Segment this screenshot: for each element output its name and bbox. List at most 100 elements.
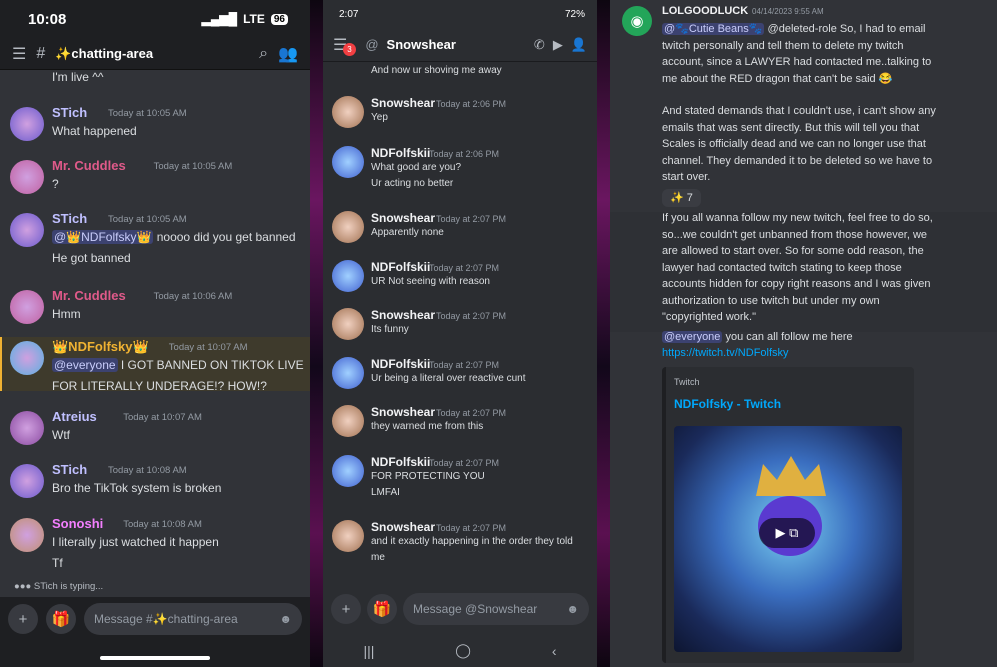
message-text: Wtf [52,428,70,442]
message-text: Apparently none [371,227,444,238]
members-icon[interactable]: 👥 [278,44,298,64]
avatar[interactable] [10,411,44,445]
username[interactable]: STich [52,211,87,226]
android-nav-bar: ||| ◯ ‹ [323,634,597,667]
mention[interactable]: @👑NDFolfsky👑 [52,230,154,244]
message-text: FOR LITERALLY UNDERAGE!? HOW!? [52,379,267,393]
message-time: Today at 2:06 PM [429,149,500,159]
dm-name: Snowshear [386,37,456,52]
embed-title[interactable]: NDFolfsky - Twitch [674,397,781,411]
gift-icon[interactable]: 🎁 [46,604,76,634]
message-text: Ur acting no better [371,178,454,189]
home-icon[interactable]: ◯ [455,642,471,659]
message-time: Today at 10:06 AM [153,291,233,302]
channel-hash-icon: # [36,44,46,62]
username[interactable]: Snowshear [371,96,435,110]
avatar[interactable] [332,357,364,389]
username[interactable]: NDFolfskii [371,455,430,469]
message-text: Its funny [371,324,409,335]
channel-name: ✨chatting-area [55,45,154,61]
clock: 2:07 [339,8,359,20]
avatar[interactable] [10,518,44,552]
add-icon[interactable]: + [8,604,38,634]
call-icon[interactable]: ✆ [534,37,545,53]
message-time: Today at 10:07 AM [168,342,248,353]
avatar[interactable] [332,308,364,340]
avatar[interactable] [10,290,44,324]
menu-icon[interactable]: ☰ 3 [333,35,356,56]
author-name[interactable]: LOLGOODLUCK [662,5,748,17]
avatar[interactable] [10,107,44,141]
partial-message: And now ur shoving me away [371,65,502,76]
avatar[interactable] [332,96,364,128]
avatar[interactable] [10,464,44,498]
message-time: Today at 2:07 PM [436,214,507,224]
add-icon[interactable]: + [331,594,361,624]
recents-icon[interactable]: ||| [363,643,374,659]
typing-indicator: ●●● STich is typing... [14,581,104,592]
channel-header: ☰ # ✨chatting-area ⌕ 👥 [0,38,310,70]
menu-icon[interactable]: ☰ [12,44,26,64]
avatar[interactable] [10,160,44,194]
message-text: me [371,552,385,563]
username[interactable]: Snowshear [371,405,435,419]
username[interactable]: Snowshear [371,211,435,225]
username[interactable]: Mr. Cuddles [52,158,126,173]
message-time: Today at 2:07 PM [436,311,507,321]
link-embed: Twitch NDFolfsky - Twitch ▶ ⧉ [662,367,914,663]
message-input[interactable]: Message @Snowshear ☻ [403,593,589,625]
message-text: What good are you? [371,162,462,173]
emoji-icon[interactable]: ☻ [566,602,579,616]
message-time: Today at 10:05 AM [153,161,233,172]
twitch-link[interactable]: https://twitch.tv/NDFolfsky [662,345,936,362]
message-text: Ur being a literal over reactive cunt [371,373,526,384]
embed-thumbnail[interactable]: ▶ ⧉ [674,426,902,652]
username[interactable]: NDFolfskii [371,146,430,160]
username[interactable]: NDFolfskii [371,357,430,371]
username[interactable]: 👑NDFolfsky👑 [52,339,149,355]
reaction-sparkles[interactable]: ✨ 7 [662,188,701,207]
username[interactable]: Atreius [52,409,97,424]
message-text: ? [52,177,59,191]
home-indicator [100,656,210,660]
message-time: Today at 10:05 AM [108,214,187,225]
status-bar: 2:07 72% [323,0,597,28]
avatar[interactable] [332,211,364,243]
mention[interactable]: @everyone [52,358,118,372]
phone-dm: 2:07 72% ☰ 3 @ Snowshear ✆ ▶ 👤 And now ur… [323,0,597,667]
dm-header: ☰ 3 @ Snowshear ✆ ▶ 👤 [323,28,597,62]
avatar[interactable] [332,146,364,178]
username[interactable]: Sonoshi [52,516,103,531]
everyone-mention[interactable]: @everyone [662,330,723,343]
discord-logo-avatar[interactable]: ◉ [622,6,652,36]
username[interactable]: NDFolfskii [371,260,430,274]
message-time: Today at 10:07 AM [123,412,202,423]
username[interactable]: STich [52,105,87,120]
play-icon[interactable]: ▶ ⧉ [759,518,815,548]
input-bar: + 🎁 Message #✨chatting-area ☻ [0,597,310,667]
members-icon[interactable]: 👤 [571,37,587,53]
avatar[interactable] [10,213,44,247]
message-time: Today at 10:08 AM [108,465,187,476]
avatar[interactable] [332,405,364,437]
role-mention[interactable]: @🐾Cutie Beans🐾 [662,23,765,35]
username[interactable]: STich [52,462,87,477]
gift-icon[interactable]: 🎁 [367,594,397,624]
avatar[interactable] [332,520,364,552]
message-time: Today at 2:07 PM [429,263,500,273]
message-input[interactable]: Message #✨chatting-area ☻ [84,603,302,635]
avatar[interactable] [332,455,364,487]
search-icon[interactable]: ⌕ [259,45,268,63]
avatar[interactable] [332,260,364,292]
back-icon[interactable]: ‹ [552,643,557,659]
message-time: Today at 2:06 PM [436,99,507,109]
message-time: Today at 10:05 AM [108,108,187,119]
username[interactable]: Snowshear [371,308,435,322]
emoji-icon[interactable]: ☻ [279,612,292,626]
video-icon[interactable]: ▶ [553,37,563,53]
username[interactable]: Mr. Cuddles [52,288,126,303]
battery-icon: 96 [270,13,288,25]
avatar[interactable] [10,341,44,375]
username[interactable]: Snowshear [371,520,435,534]
at-icon: @ [365,37,379,52]
